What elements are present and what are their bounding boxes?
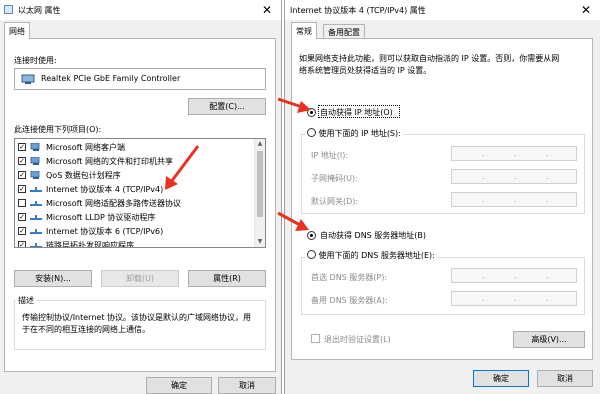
- red-arrow-icon: [165, 145, 200, 190]
- tab-general[interactable]: 常规: [291, 22, 317, 39]
- tab-network[interactable]: 网络: [4, 22, 30, 39]
- red-arrow-icon: [277, 97, 311, 113]
- annotation-arrows: [165, 97, 311, 231]
- red-arrow-icon: [277, 211, 309, 231]
